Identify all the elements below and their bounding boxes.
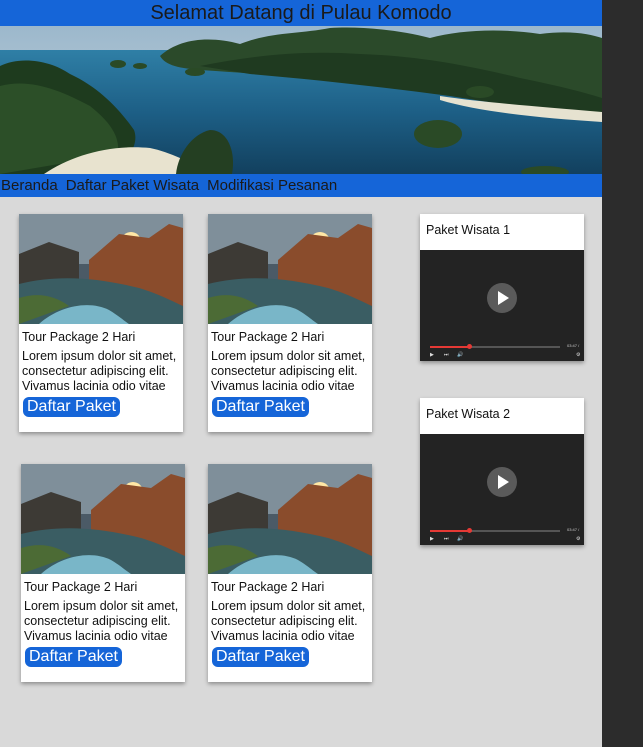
page: Selamat Datang di Pulau Komodo Beranda D… xyxy=(0,0,602,747)
video-progress-bar[interactable] xyxy=(430,346,560,348)
package-description: Lorem ipsum dolor sit amet, consectetur … xyxy=(211,599,366,643)
package-image xyxy=(21,464,185,574)
volume-icon[interactable]: 🔊 xyxy=(457,536,463,542)
video-time: 03:47 / xyxy=(567,527,580,532)
play-button-icon[interactable] xyxy=(487,467,517,497)
video-title: Paket Wisata 1 xyxy=(426,223,511,237)
package-title: Tour Package 2 Hari xyxy=(211,330,325,344)
video-scrubber[interactable] xyxy=(467,344,472,349)
video-title: Paket Wisata 2 xyxy=(426,407,511,421)
header-bar: Selamat Datang di Pulau Komodo xyxy=(0,0,602,26)
package-description: Lorem ipsum dolor sit amet, consectetur … xyxy=(211,349,366,393)
daftar-paket-button[interactable]: Daftar Paket xyxy=(212,397,309,417)
package-card: Tour Package 2 Hari Lorem ipsum dolor si… xyxy=(21,464,185,682)
video-card: Paket Wisata 2 03:47 / ▶ ⏭ 🔊 ⚙ xyxy=(420,398,584,545)
video-card: Paket Wisata 1 03:47 / ▶ ⏭ 🔊 ⚙ xyxy=(420,214,584,361)
package-title: Tour Package 2 Hari xyxy=(211,580,325,594)
daftar-paket-button[interactable]: Daftar Paket xyxy=(25,647,122,667)
page-title: Selamat Datang di Pulau Komodo xyxy=(150,2,452,24)
daftar-paket-button[interactable]: Daftar Paket xyxy=(23,397,120,417)
main-nav: Beranda Daftar Paket Wisata Modifikasi P… xyxy=(0,174,602,197)
settings-icon[interactable]: ⚙ xyxy=(576,352,580,358)
volume-icon[interactable]: 🔊 xyxy=(457,352,463,358)
play-icon[interactable]: ▶ xyxy=(430,536,434,542)
package-card: Tour Package 2 Hari Lorem ipsum dolor si… xyxy=(19,214,183,432)
package-image xyxy=(208,214,372,324)
package-image xyxy=(208,464,372,574)
hero-banner-image xyxy=(0,26,602,174)
package-title: Tour Package 2 Hari xyxy=(24,580,138,594)
video-player[interactable]: 03:47 / ▶ ⏭ 🔊 ⚙ xyxy=(420,434,584,545)
play-button-icon[interactable] xyxy=(487,283,517,313)
package-title: Tour Package 2 Hari xyxy=(22,330,136,344)
nav-item-daftar-paket-wisata[interactable]: Daftar Paket Wisata xyxy=(66,177,199,194)
package-description: Lorem ipsum dolor sit amet, consectetur … xyxy=(22,349,177,393)
video-scrubber[interactable] xyxy=(467,528,472,533)
daftar-paket-button[interactable]: Daftar Paket xyxy=(212,647,309,667)
nav-item-beranda[interactable]: Beranda xyxy=(1,177,58,194)
settings-icon[interactable]: ⚙ xyxy=(576,536,580,542)
package-description: Lorem ipsum dolor sit amet, consectetur … xyxy=(24,599,179,643)
next-icon[interactable]: ⏭ xyxy=(444,352,449,358)
next-icon[interactable]: ⏭ xyxy=(444,536,449,542)
package-card: Tour Package 2 Hari Lorem ipsum dolor si… xyxy=(208,214,372,432)
nav-item-modifikasi-pesanan[interactable]: Modifikasi Pesanan xyxy=(207,177,337,194)
play-icon[interactable]: ▶ xyxy=(430,352,434,358)
video-player[interactable]: 03:47 / ▶ ⏭ 🔊 ⚙ xyxy=(420,250,584,361)
package-card: Tour Package 2 Hari Lorem ipsum dolor si… xyxy=(208,464,372,682)
package-image xyxy=(19,214,183,324)
video-progress-bar[interactable] xyxy=(430,530,560,532)
video-time: 03:47 / xyxy=(567,343,580,348)
